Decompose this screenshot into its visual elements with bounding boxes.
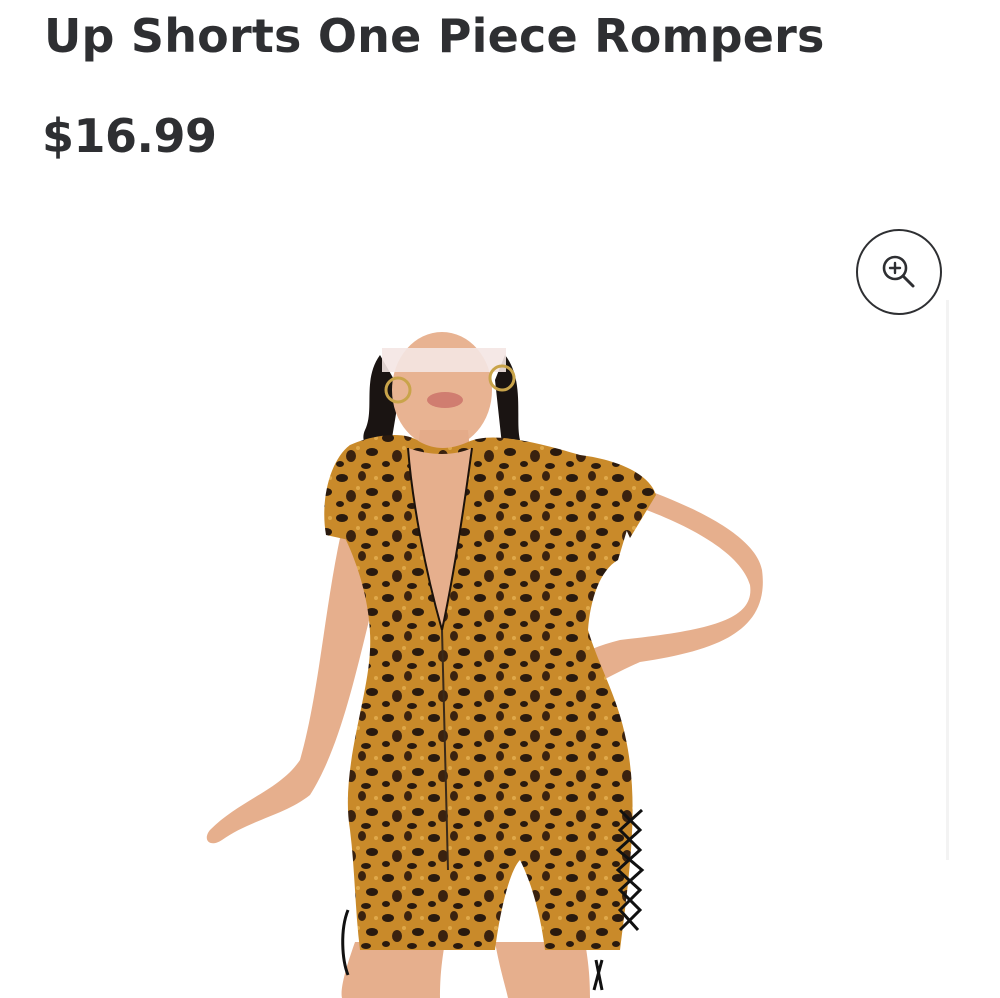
zoom-button[interactable] — [856, 229, 942, 315]
product-price: $16.99 — [42, 109, 217, 163]
product-page: Up Shorts One Piece Rompers $16.99 — [0, 0, 1000, 998]
zoom-in-icon — [882, 255, 915, 288]
product-title: Up Shorts One Piece Rompers — [44, 9, 825, 63]
product-image[interactable] — [150, 270, 830, 998]
product-image-area — [0, 200, 1000, 998]
